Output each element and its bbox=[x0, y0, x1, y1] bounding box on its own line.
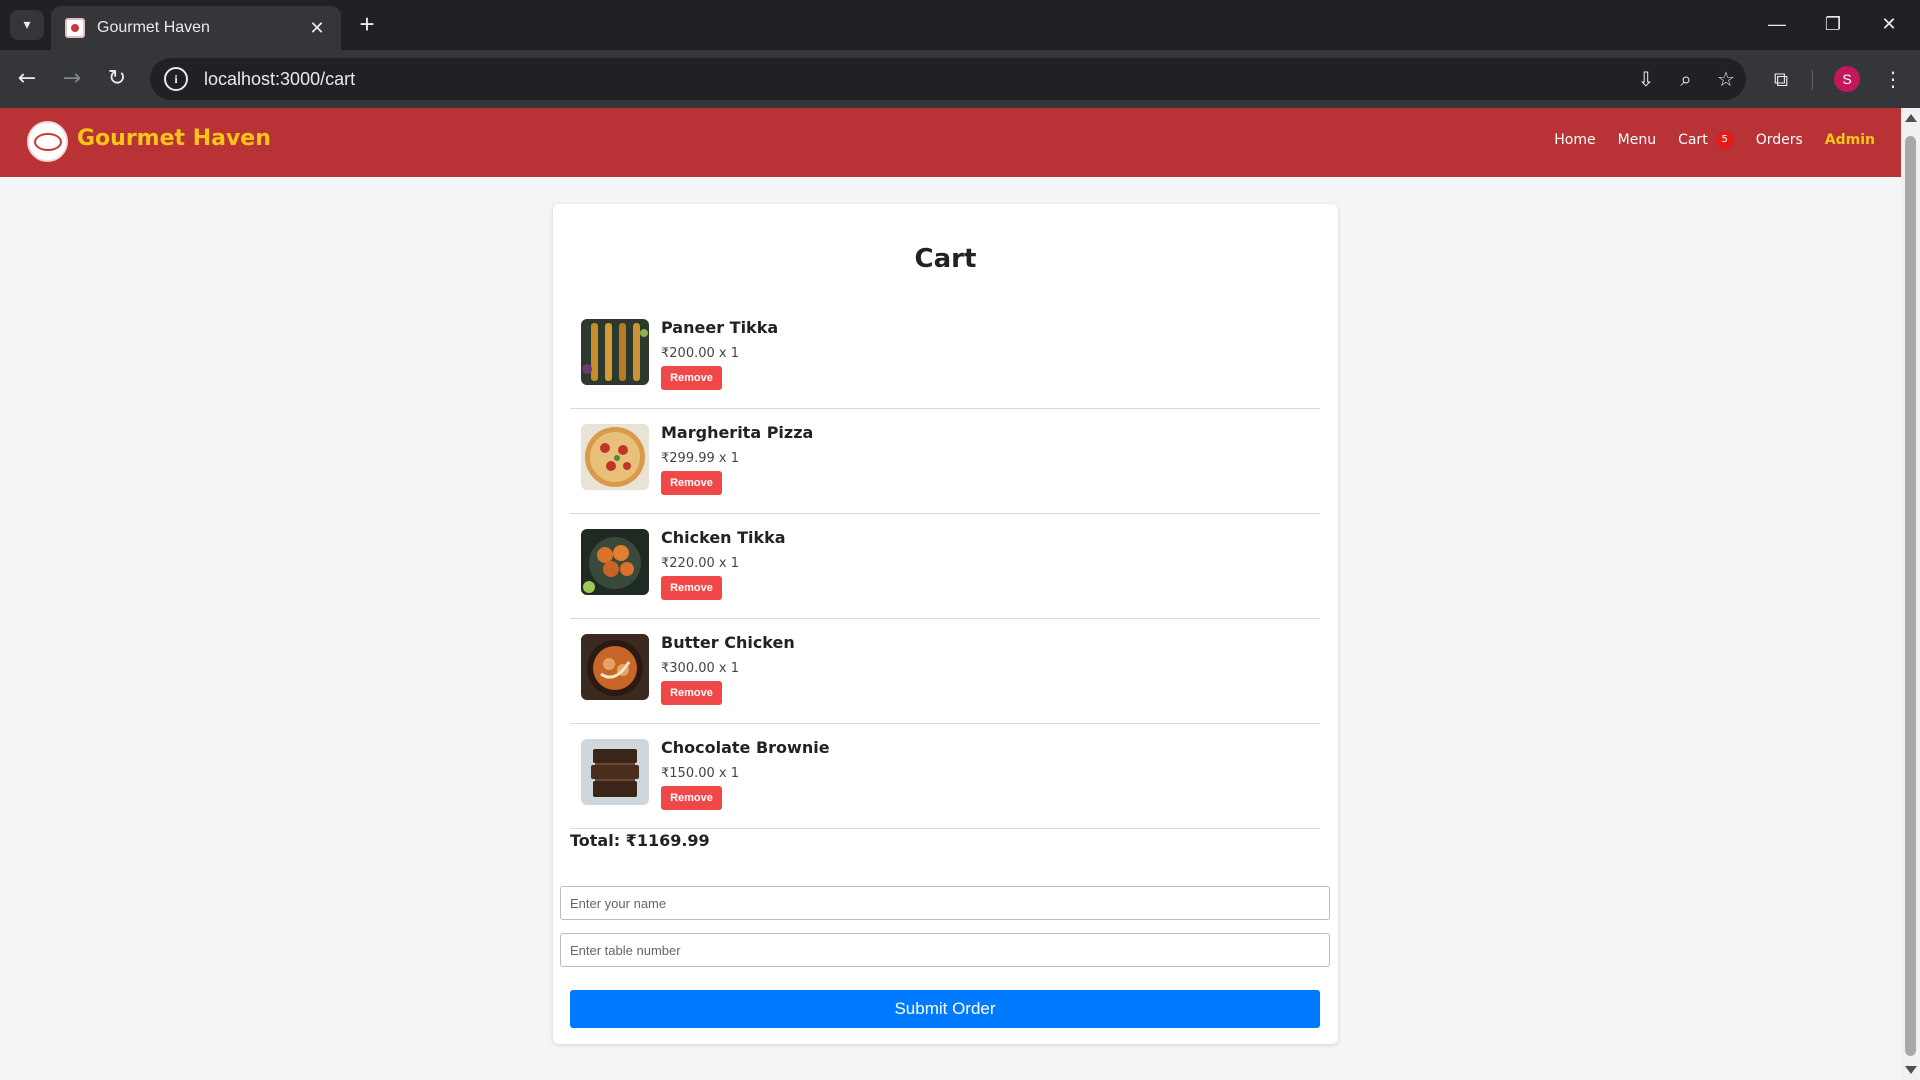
item-price: ₹300.00 x 1 bbox=[661, 661, 739, 676]
item-image bbox=[581, 424, 649, 490]
page-scrollbar[interactable] bbox=[1901, 108, 1920, 1080]
back-icon[interactable]: ← bbox=[12, 64, 42, 94]
cart-list: Paneer Tikka ₹200.00 x 1 Remove Margheri… bbox=[570, 304, 1320, 829]
page-title: Cart bbox=[914, 244, 977, 274]
address-bar[interactable]: i localhost:3000/cart ⇩ ⌕ ☆ bbox=[150, 58, 1746, 100]
cart-count-badge: 5 bbox=[1715, 131, 1734, 149]
remove-button[interactable]: Remove bbox=[661, 576, 722, 600]
brand-name[interactable]: Gourmet Haven bbox=[77, 126, 271, 151]
url-text[interactable]: localhost:3000/cart bbox=[204, 69, 1626, 90]
cart-item: Chicken Tikka ₹220.00 x 1 Remove bbox=[570, 514, 1320, 619]
nav-cart[interactable]: Cart 5 bbox=[1678, 131, 1734, 149]
profile-avatar[interactable]: S bbox=[1834, 66, 1860, 92]
item-image bbox=[581, 319, 649, 385]
remove-button[interactable]: Remove bbox=[661, 786, 722, 810]
browser-toolbar: ← → ↻ i localhost:3000/cart ⇩ ⌕ ☆ ⧉ ⋮ bbox=[0, 50, 1920, 108]
nav-menu[interactable]: Menu bbox=[1618, 132, 1656, 148]
item-price: ₹200.00 x 1 bbox=[661, 346, 739, 361]
cart-card: Cart Paneer Tikka ₹200.00 x 1 Remove Mar… bbox=[553, 204, 1338, 1044]
new-tab-icon[interactable]: + bbox=[352, 10, 382, 40]
nav-orders[interactable]: Orders bbox=[1756, 132, 1803, 148]
scroll-up-icon[interactable] bbox=[1905, 114, 1917, 122]
cart-item: Butter Chicken ₹300.00 x 1 Remove bbox=[570, 619, 1320, 724]
cart-total: Total: ₹1169.99 bbox=[570, 831, 710, 850]
scroll-thumb[interactable] bbox=[1905, 136, 1916, 1056]
scroll-down-icon[interactable] bbox=[1905, 1066, 1917, 1074]
zoom-icon[interactable]: ⌕ bbox=[1666, 59, 1706, 99]
table-number-input[interactable] bbox=[560, 933, 1330, 967]
site-header: Gourmet Haven Home Menu Cart 5 Orders Ad… bbox=[0, 108, 1901, 177]
browser-menu-icon[interactable]: ⋮ bbox=[1878, 64, 1908, 94]
item-image bbox=[581, 739, 649, 805]
item-image bbox=[581, 634, 649, 700]
minimize-icon[interactable]: — bbox=[1752, 8, 1802, 40]
forward-icon[interactable]: → bbox=[57, 64, 87, 94]
main-nav: Home Menu Cart 5 Orders Admin bbox=[1532, 131, 1875, 149]
item-image bbox=[581, 529, 649, 595]
tab-strip: ▾ Gourmet Haven ✕ + — ❐ ✕ bbox=[0, 0, 1920, 50]
item-price: ₹150.00 x 1 bbox=[661, 766, 739, 781]
remove-button[interactable]: Remove bbox=[661, 366, 722, 390]
nav-home[interactable]: Home bbox=[1554, 132, 1595, 148]
remove-button[interactable]: Remove bbox=[661, 471, 722, 495]
item-name: Chicken Tikka bbox=[661, 528, 786, 547]
cart-item: Margherita Pizza ₹299.99 x 1 Remove bbox=[570, 409, 1320, 514]
item-name: Paneer Tikka bbox=[661, 318, 779, 337]
logo-mark-icon bbox=[33, 132, 62, 151]
cart-item: Chocolate Brownie ₹150.00 x 1 Remove bbox=[570, 724, 1320, 829]
tab-search-icon[interactable]: ▾ bbox=[10, 10, 44, 40]
toolbar-divider bbox=[1812, 70, 1813, 90]
window-close-icon[interactable]: ✕ bbox=[1864, 8, 1914, 40]
browser-tab[interactable]: Gourmet Haven ✕ bbox=[51, 6, 341, 50]
cart-item: Paneer Tikka ₹200.00 x 1 Remove bbox=[570, 304, 1320, 409]
remove-button[interactable]: Remove bbox=[661, 681, 722, 705]
item-price: ₹299.99 x 1 bbox=[661, 451, 739, 466]
nav-admin[interactable]: Admin bbox=[1825, 132, 1875, 148]
item-name: Margherita Pizza bbox=[661, 423, 814, 442]
name-input[interactable] bbox=[560, 886, 1330, 920]
item-price: ₹220.00 x 1 bbox=[661, 556, 739, 571]
tab-close-icon[interactable]: ✕ bbox=[307, 18, 327, 39]
site-info-icon[interactable]: i bbox=[164, 67, 188, 91]
restore-icon[interactable]: ❐ bbox=[1808, 8, 1858, 40]
page-viewport: Gourmet Haven Home Menu Cart 5 Orders Ad… bbox=[0, 108, 1901, 1080]
install-app-icon[interactable]: ⇩ bbox=[1626, 59, 1666, 99]
item-name: Butter Chicken bbox=[661, 633, 795, 652]
item-name: Chocolate Brownie bbox=[661, 738, 830, 757]
reload-icon[interactable]: ↻ bbox=[102, 64, 132, 94]
logo[interactable] bbox=[27, 121, 68, 162]
nav-cart-label[interactable]: Cart bbox=[1678, 132, 1708, 148]
extensions-icon[interactable]: ⧉ bbox=[1766, 64, 1796, 94]
tab-title: Gourmet Haven bbox=[97, 19, 210, 36]
bookmark-star-icon[interactable]: ☆ bbox=[1706, 59, 1746, 99]
submit-order-button[interactable]: Submit Order bbox=[570, 990, 1320, 1028]
favicon-icon bbox=[65, 18, 85, 38]
